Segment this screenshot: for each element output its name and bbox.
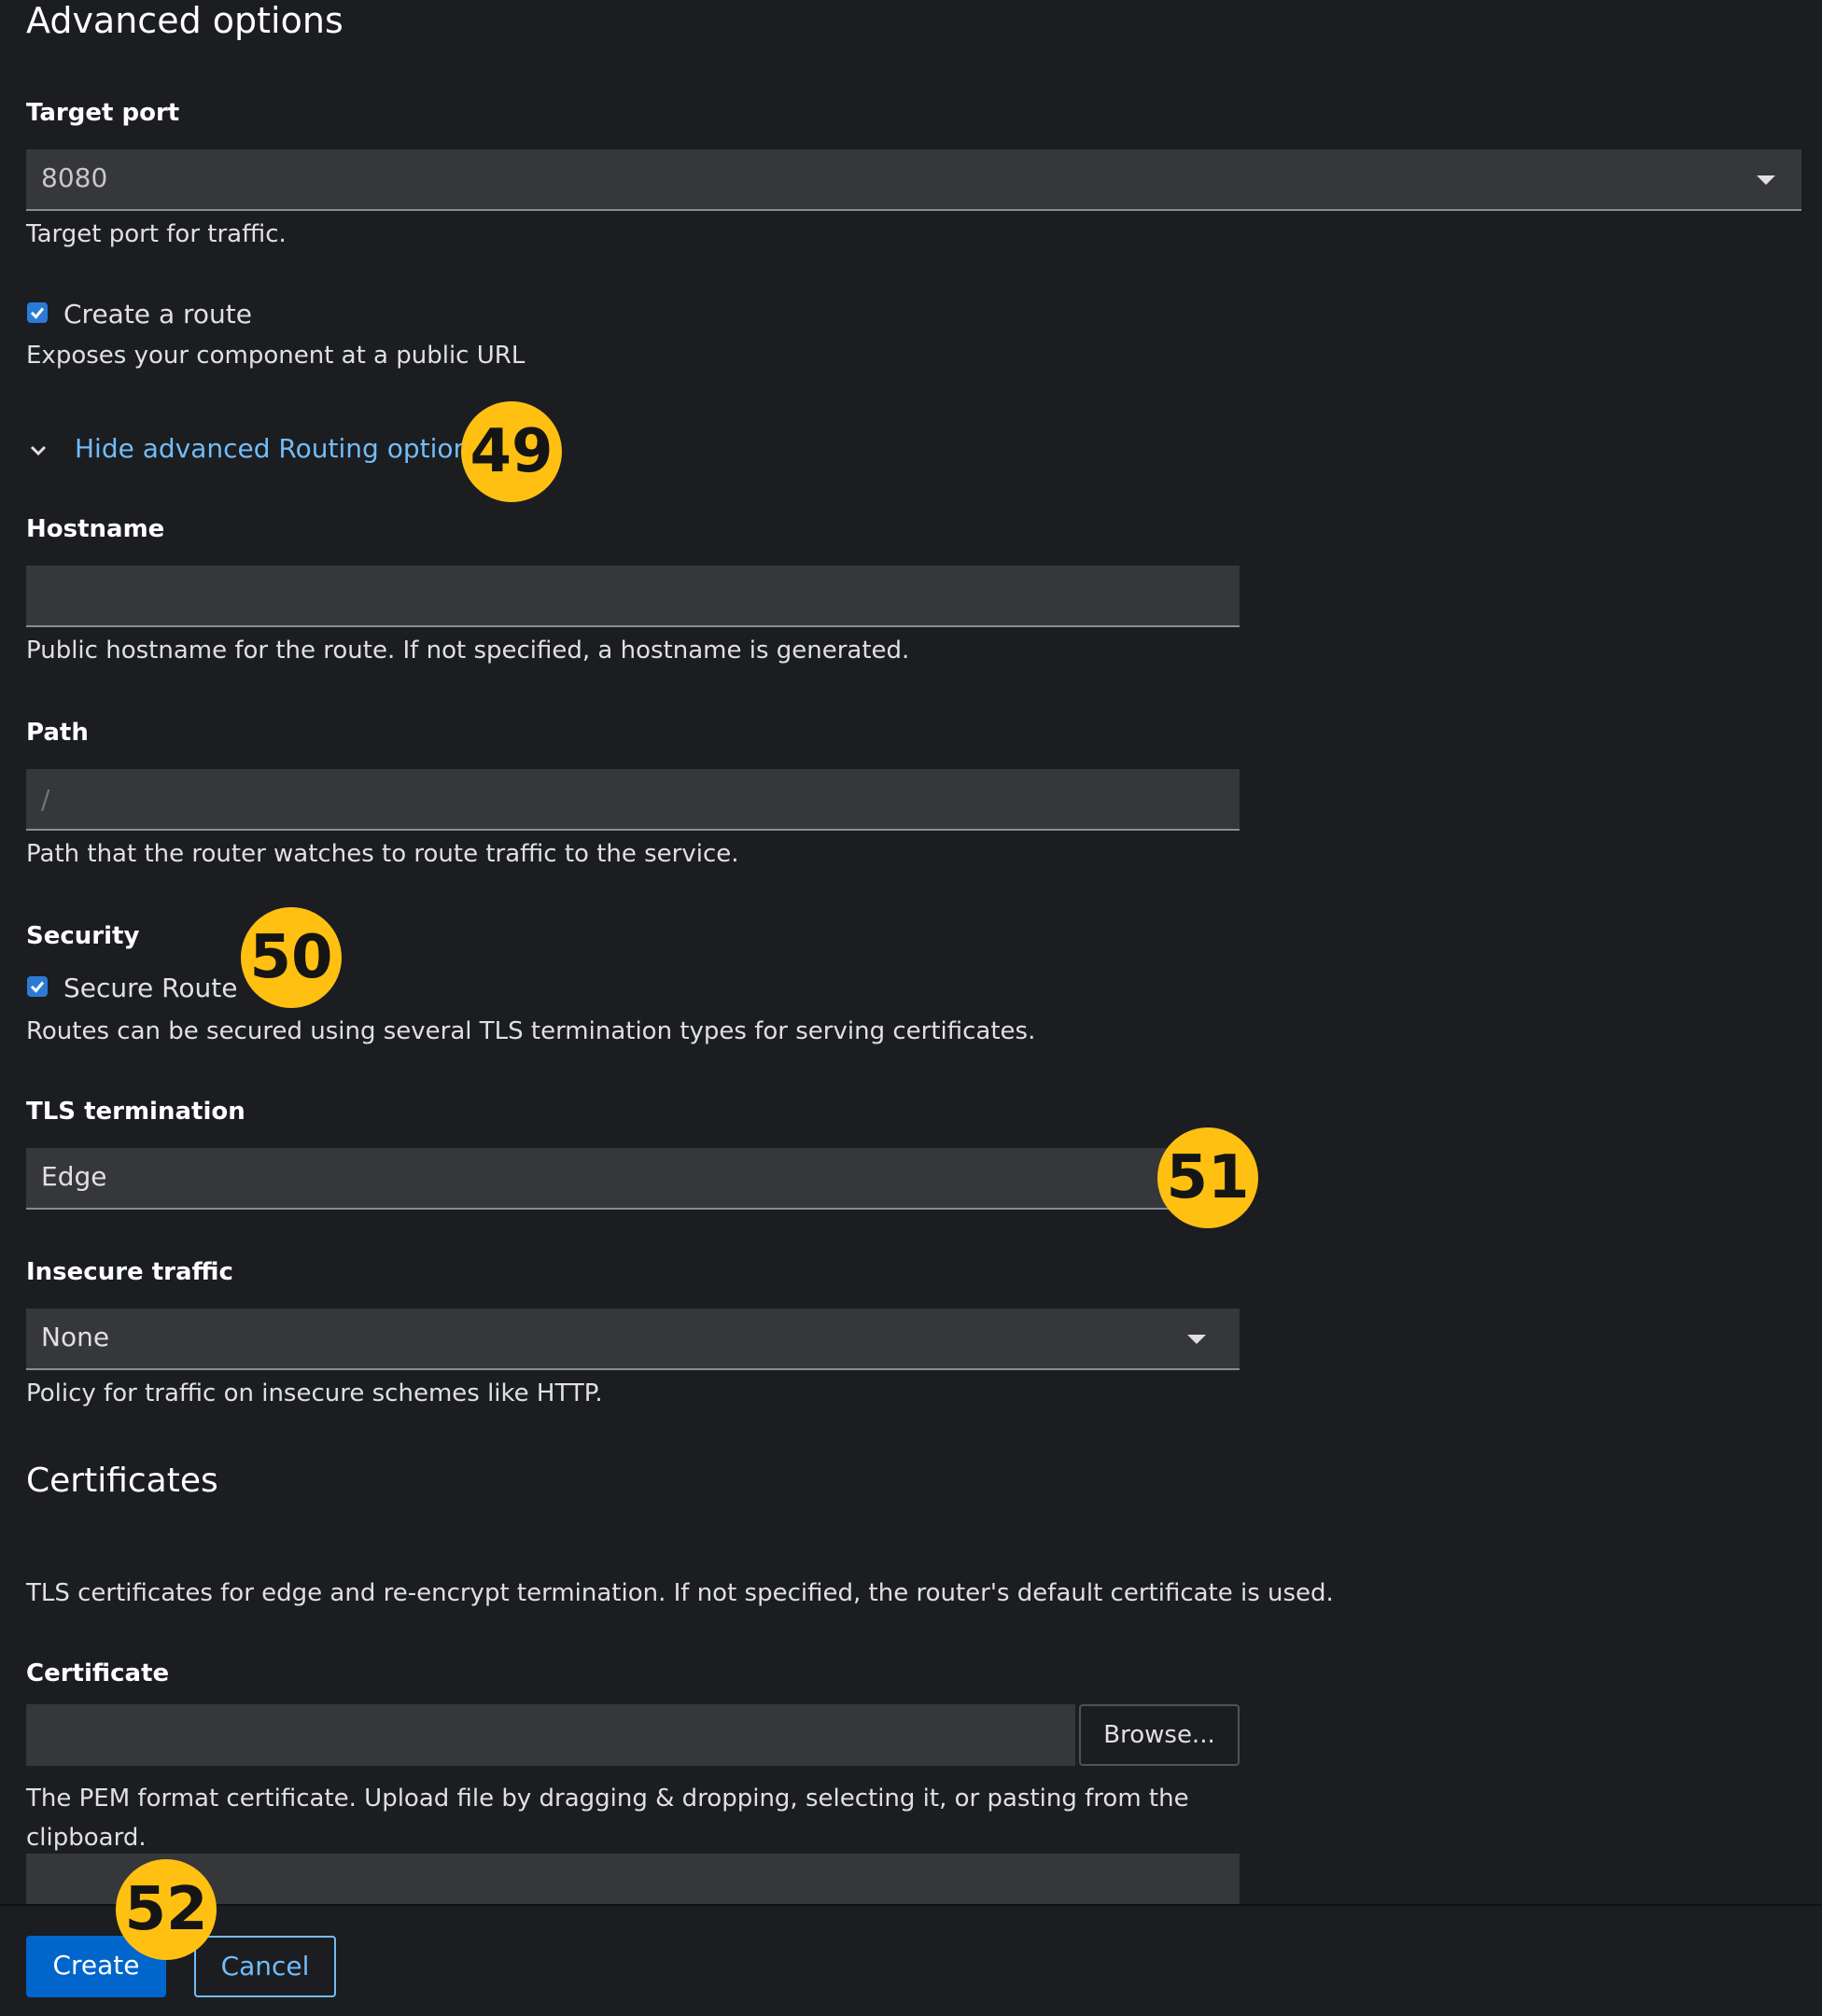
hostname-help: Public hostname for the route. If not sp… <box>26 637 910 665</box>
hide-routing-options-toggle[interactable]: Hide advanced Routing options <box>75 433 484 464</box>
cancel-button[interactable]: Cancel <box>194 1936 336 1997</box>
tls-termination-label: TLS termination <box>26 1098 245 1126</box>
path-help: Path that the router watches to route tr… <box>26 840 739 868</box>
target-port-label: Target port <box>26 99 180 127</box>
insecure-traffic-label: Insecure traffic <box>26 1258 233 1286</box>
path-label: Path <box>26 719 89 747</box>
annotation-badge-50: 50 <box>241 907 342 1008</box>
insecure-traffic-select[interactable]: None <box>26 1309 1240 1370</box>
insecure-traffic-value: None <box>41 1322 110 1352</box>
tls-termination-select[interactable]: Edge <box>26 1148 1240 1210</box>
check-icon <box>30 981 45 993</box>
create-route-checkbox[interactable] <box>27 302 48 323</box>
create-route-label[interactable]: Create a route <box>63 299 252 329</box>
path-input[interactable] <box>26 769 1240 831</box>
annotation-badge-51: 51 <box>1157 1127 1258 1228</box>
certificate-label: Certificate <box>26 1659 170 1687</box>
secure-route-label[interactable]: Secure Route <box>63 973 237 1003</box>
tls-termination-value: Edge <box>41 1161 107 1192</box>
section-title: Advanced options <box>26 0 343 41</box>
target-port-help: Target port for traffic. <box>26 220 287 248</box>
secure-route-checkbox[interactable] <box>27 976 48 997</box>
create-route-help: Exposes your component at a public URL <box>26 342 526 370</box>
annotation-badge-52: 52 <box>116 1859 217 1960</box>
certificates-help: TLS certificates for edge and re-encrypt… <box>26 1579 1334 1607</box>
chevron-down-icon[interactable] <box>28 441 49 465</box>
certificates-heading: Certificates <box>26 1462 218 1500</box>
certificate-help: The PEM format certificate. Upload file … <box>26 1785 1189 1852</box>
target-port-value: 8080 <box>41 162 108 193</box>
check-icon <box>30 307 45 319</box>
hostname-input[interactable] <box>26 566 1240 627</box>
annotation-badge-49: 49 <box>461 401 562 502</box>
target-port-select[interactable]: 8080 <box>26 149 1801 211</box>
security-label: Security <box>26 922 140 950</box>
caret-down-icon <box>1757 175 1775 185</box>
hostname-label: Hostname <box>26 515 165 543</box>
browse-button[interactable]: Browse... <box>1079 1704 1240 1766</box>
form-footer: Create Cancel <box>0 1904 1822 2016</box>
insecure-traffic-help: Policy for traffic on insecure schemes l… <box>26 1379 603 1407</box>
security-help: Routes can be secured using several TLS … <box>26 1017 1036 1045</box>
caret-down-icon <box>1187 1335 1206 1344</box>
certificate-filename-input[interactable] <box>26 1704 1075 1766</box>
